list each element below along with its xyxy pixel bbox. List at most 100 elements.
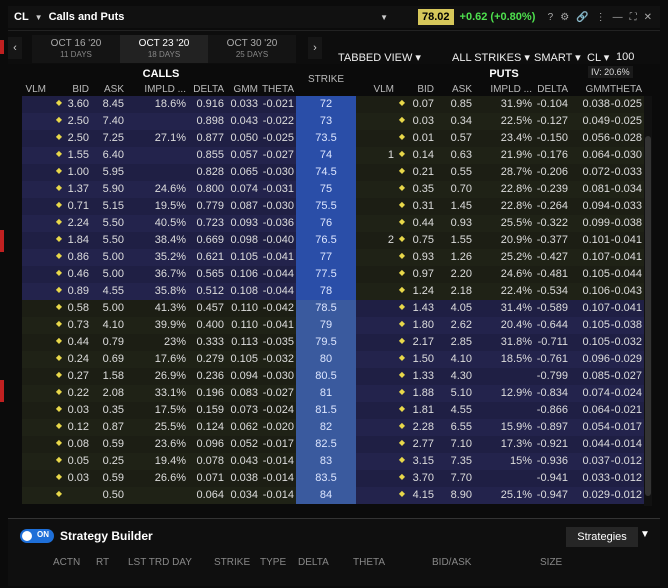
tab-expiry-oct30[interactable]: OCT 30 '20 25 DAYS	[208, 35, 296, 63]
table-row[interactable]: 76.5 ◆ 1.84 5.50 38.4% 0.669 0.098 -0.040 ◆ 2 0.75…	[8, 232, 652, 249]
call-bid-cell[interactable]: 1.55	[68, 149, 89, 161]
put-gmm-cell[interactable]: 0.107	[582, 251, 610, 263]
strike-cell[interactable]: 77.5	[296, 266, 356, 283]
call-ask-cell[interactable]: 5.15	[103, 200, 124, 212]
call-ask-cell[interactable]: 0.35	[103, 404, 124, 416]
put-bid-cell[interactable]: 1.88	[413, 387, 434, 399]
call-ask-cell[interactable]: 0.59	[103, 438, 124, 450]
put-gmm-cell[interactable]: 0.049	[582, 115, 610, 127]
put-bid-cell[interactable]: 1.80	[413, 319, 434, 331]
call-delta-cell[interactable]: 0.621	[196, 251, 224, 263]
put-iv-cell[interactable]: 18.5%	[501, 353, 532, 365]
call-ask-cell[interactable]: 5.50	[103, 234, 124, 246]
call-delta-cell[interactable]: 0.279	[196, 353, 224, 365]
call-iv-cell[interactable]: 40.5%	[155, 217, 186, 229]
call-gmm-cell[interactable]: 0.110	[231, 319, 258, 331]
table-row[interactable]: 81 ◆ 0.22 2.08 33.1% 0.196 0.083 -0.027 ◆ 1.88 5.1…	[8, 385, 652, 402]
put-iv-cell[interactable]: 12.9%	[501, 387, 532, 399]
put-gmm-cell[interactable]: 0.107	[582, 302, 610, 314]
strategies-dropdown-icon[interactable]: ▼	[640, 529, 650, 540]
call-ask-cell[interactable]: 5.95	[103, 166, 124, 178]
call-bid-cell[interactable]: 0.46	[68, 268, 89, 280]
calls-col-gmm[interactable]: GMM	[234, 84, 258, 95]
strike-cell[interactable]: 74	[296, 147, 356, 164]
call-theta-cell[interactable]: -0.017	[263, 438, 294, 450]
col-size[interactable]: SIZE	[540, 557, 562, 568]
strike-cell[interactable]: 73	[296, 113, 356, 130]
minimize-icon[interactable]: —	[613, 12, 623, 23]
expand-icon[interactable]: ⛶	[630, 12, 637, 23]
puts-col-delta[interactable]: DELTA	[537, 84, 568, 95]
strike-cell[interactable]: 77	[296, 249, 356, 266]
put-delta-cell[interactable]: -0.897	[537, 421, 568, 433]
call-bid-cell[interactable]: 0.89	[68, 285, 89, 297]
put-iv-cell[interactable]: 15.9%	[501, 421, 532, 433]
call-delta-cell[interactable]: 0.196	[196, 387, 224, 399]
link-icon[interactable]: 🔗	[576, 12, 588, 23]
call-theta-cell[interactable]: -0.044	[263, 268, 294, 280]
put-theta-cell[interactable]: -0.033	[611, 200, 642, 212]
put-theta-cell[interactable]: -0.024	[611, 387, 642, 399]
strike-cell[interactable]: 82.5	[296, 436, 356, 453]
put-theta-cell[interactable]: -0.014	[611, 438, 642, 450]
call-theta-cell[interactable]: -0.044	[263, 285, 294, 297]
put-iv-cell[interactable]: 31.9%	[501, 98, 532, 110]
put-gmm-cell[interactable]: 0.105	[582, 336, 610, 348]
strike-cell[interactable]: 80.5	[296, 368, 356, 385]
call-theta-cell[interactable]: -0.025	[263, 132, 294, 144]
put-gmm-cell[interactable]: 0.029	[582, 489, 610, 501]
call-delta-cell[interactable]: 0.159	[196, 404, 224, 416]
call-delta-cell[interactable]: 0.916	[196, 98, 224, 110]
help-icon[interactable]: ?	[548, 12, 554, 23]
put-bid-cell[interactable]: 0.44	[413, 217, 434, 229]
put-iv-cell[interactable]: 23.4%	[501, 132, 532, 144]
call-gmm-cell[interactable]: 0.098	[230, 234, 258, 246]
call-theta-cell[interactable]: -0.031	[263, 183, 294, 195]
put-delta-cell[interactable]: -0.176	[537, 149, 568, 161]
call-delta-cell[interactable]: 0.723	[196, 217, 224, 229]
close-icon[interactable]: ✕	[644, 12, 652, 23]
call-delta-cell[interactable]: 0.669	[196, 234, 224, 246]
put-bid-cell[interactable]: 1.50	[413, 353, 434, 365]
call-iv-cell[interactable]: 19.5%	[155, 200, 186, 212]
call-gmm-cell[interactable]: 0.094	[230, 370, 258, 382]
puts-col-iv[interactable]: IMPLD ...	[490, 84, 532, 95]
put-bid-cell[interactable]: 0.75	[413, 234, 434, 246]
put-delta-cell[interactable]: -0.799	[537, 370, 568, 382]
put-delta-cell[interactable]: -0.264	[537, 200, 568, 212]
call-ask-cell[interactable]: 5.00	[103, 302, 124, 314]
put-bid-cell[interactable]: 4.15	[413, 489, 434, 501]
table-row[interactable]: 82.5 ◆ 0.08 0.59 23.6% 0.096 0.052 -0.017 ◆ 2.77 7…	[8, 436, 652, 453]
call-ask-cell[interactable]: 1.58	[103, 370, 124, 382]
call-iv-cell[interactable]: 39.9%	[155, 319, 186, 331]
put-ask-cell[interactable]: 1.55	[451, 234, 472, 246]
call-gmm-cell[interactable]: 0.093	[230, 217, 258, 229]
table-row[interactable]: 78.5 ◆ 0.58 5.00 41.3% 0.457 0.110 -0.042 ◆ 1.43 4…	[8, 300, 652, 317]
strike-cell[interactable]: 81	[296, 385, 356, 402]
put-gmm-cell[interactable]: 0.033	[582, 472, 610, 484]
put-theta-cell[interactable]: -0.041	[611, 234, 642, 246]
col-strike[interactable]: STRIKE	[214, 557, 250, 568]
put-theta-cell[interactable]: -0.032	[611, 336, 642, 348]
put-ask-cell[interactable]: 0.70	[451, 183, 472, 195]
put-theta-cell[interactable]: -0.025	[611, 115, 642, 127]
call-delta-cell[interactable]: 0.071	[196, 472, 224, 484]
call-ask-cell[interactable]: 0.79	[103, 336, 124, 348]
call-ask-cell[interactable]: 8.45	[103, 98, 124, 110]
call-delta-cell[interactable]: 0.457	[196, 302, 224, 314]
call-ask-cell[interactable]: 0.69	[103, 353, 124, 365]
put-delta-cell[interactable]: -0.481	[537, 268, 568, 280]
call-ask-cell[interactable]: 2.08	[103, 387, 124, 399]
put-gmm-cell[interactable]: 0.064	[582, 149, 610, 161]
put-ask-cell[interactable]: 7.10	[451, 438, 472, 450]
put-delta-cell[interactable]: -0.206	[537, 166, 568, 178]
put-iv-cell[interactable]: 17.3%	[501, 438, 532, 450]
put-iv-cell[interactable]: 22.5%	[501, 115, 532, 127]
call-ask-cell[interactable]: 5.00	[103, 268, 124, 280]
put-delta-cell[interactable]: -0.127	[537, 115, 568, 127]
strike-cell[interactable]: 78.5	[296, 300, 356, 317]
put-theta-cell[interactable]: -0.038	[611, 319, 642, 331]
put-theta-cell[interactable]: -0.033	[611, 166, 642, 178]
put-theta-cell[interactable]: -0.028	[611, 132, 642, 144]
put-bid-cell[interactable]: 1.43	[413, 302, 434, 314]
